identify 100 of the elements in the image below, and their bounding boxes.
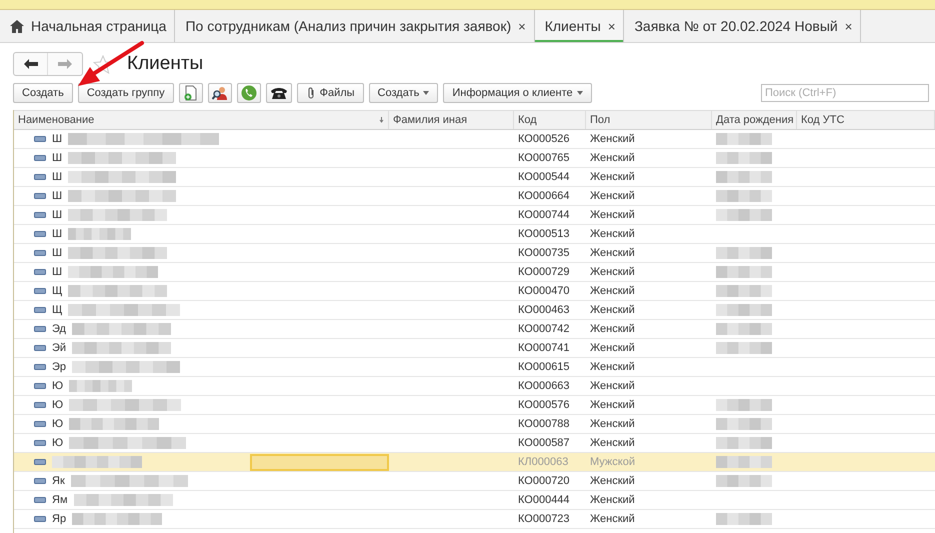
table-row[interactable]: Ш КО000513 Женский — [14, 225, 935, 244]
blurred-text — [716, 342, 772, 354]
table-cell: Женский — [590, 190, 635, 202]
table-cell: Ш — [52, 266, 62, 278]
item-icon — [34, 516, 46, 522]
table-cell: КО000576 — [518, 399, 570, 411]
table-row[interactable]: Ю КО000576 Женский — [14, 396, 935, 415]
toolbar-icon-button[interactable] — [208, 83, 232, 103]
toolbar-button[interactable]: Создать группу — [78, 83, 174, 103]
table-row[interactable]: Эр КО000615 Женский — [14, 358, 935, 377]
blurred-text — [716, 209, 772, 221]
table-cell: КО000744 — [518, 209, 570, 221]
item-icon — [34, 212, 46, 218]
blurred-text — [716, 152, 772, 164]
table-cell: КО000663 — [518, 380, 570, 392]
call-icon — [240, 85, 257, 101]
table-row[interactable]: Эй КО000741 Женский — [14, 339, 935, 358]
table-row[interactable]: Ш КО000735 Женский — [14, 244, 935, 263]
toolbar-button[interactable]: Создать — [13, 83, 73, 103]
item-icon — [34, 231, 46, 237]
table-row[interactable]: Ш КО000526 Женский — [14, 130, 935, 149]
table-cell: КО000723 — [518, 513, 570, 525]
column-header[interactable]: Наименование — [18, 114, 94, 126]
close-icon[interactable]: × — [844, 18, 852, 34]
table-cell: Женский — [590, 133, 635, 145]
table-row[interactable]: Ю КО000587 Женский — [14, 434, 935, 453]
blurred-text — [716, 133, 772, 145]
table-row[interactable]: Ш КО000765 Женский — [14, 149, 935, 168]
search-field[interactable]: Поиск (Ctrl+F) — [761, 84, 929, 102]
table-cell: Женский — [590, 513, 635, 525]
table-cell: Ю — [52, 418, 64, 430]
table-row[interactable]: Ш КО000544 Женский — [14, 168, 935, 187]
table-cell: КО000526 — [518, 133, 570, 145]
table-row[interactable]: Яр КО000723 Женский — [14, 510, 935, 529]
table-row[interactable]: Як КО000720 Женский — [14, 472, 935, 491]
close-icon[interactable]: × — [518, 18, 526, 34]
item-icon — [34, 402, 46, 408]
table-cell: Женский — [590, 152, 635, 164]
caret-icon — [423, 91, 430, 95]
table-cell: Женский — [590, 399, 635, 411]
table-cell: Женский — [590, 304, 635, 316]
menu-button[interactable]: Информация о клиенте — [443, 83, 592, 103]
table-cell: Эй — [52, 342, 66, 354]
table-cell: КО000513 — [518, 228, 570, 240]
table-row[interactable]: Ю КО000788 Женский — [14, 415, 935, 434]
table-row[interactable]: Ю КО000663 Женский — [14, 377, 935, 396]
item-icon — [34, 193, 46, 199]
table-cell: Ю — [52, 380, 64, 392]
table-cell: Женский — [590, 418, 635, 430]
item-icon — [34, 497, 46, 503]
column-header[interactable]: Код — [518, 114, 537, 126]
blurred-text — [716, 304, 772, 316]
table-cell: Ш — [52, 133, 62, 145]
table-cell: КО000765 — [518, 152, 570, 164]
table-row[interactable]: Ш КО000729 Женский — [14, 263, 935, 282]
item-icon — [34, 326, 46, 332]
back-arrow-icon — [24, 59, 38, 69]
table-cell: КО000470 — [518, 285, 570, 297]
table-cell: КО000735 — [518, 247, 570, 259]
files-button[interactable]: Файлы — [296, 83, 364, 103]
column-header[interactable]: Дата рождения — [716, 114, 794, 126]
column-header[interactable]: Пол — [590, 114, 610, 126]
table-cell: Ш — [52, 228, 62, 240]
table-cell: Ш — [52, 171, 62, 183]
table-row[interactable]: Ям КО000444 Женский — [14, 491, 935, 510]
column-header[interactable]: Код УТС — [801, 114, 844, 126]
table-row[interactable]: Ш КО000664 Женский — [14, 187, 935, 206]
table-cell: Ш — [52, 247, 62, 259]
home-icon — [10, 20, 24, 32]
menu-button[interactable]: Создать — [368, 83, 438, 103]
item-icon — [34, 459, 46, 465]
table-row[interactable]: Щ КО000463 Женский — [14, 301, 935, 320]
table-cell: Эд — [52, 323, 66, 335]
table-cell: Женский — [590, 323, 635, 335]
table-cell: КО000788 — [518, 418, 570, 430]
item-icon — [34, 250, 46, 256]
table-row[interactable]: Эд КО000742 Женский — [14, 320, 935, 339]
column-header[interactable]: Фамилия иная — [393, 114, 468, 126]
document-plus-icon — [182, 85, 199, 101]
table-row[interactable]: Щ КО000470 Женский — [14, 282, 935, 301]
table-cell: КО000587 — [518, 437, 570, 449]
close-icon[interactable]: × — [608, 18, 616, 34]
blurred-text — [68, 228, 132, 240]
table-cell: Ш — [52, 152, 62, 164]
toolbar-icon-button[interactable] — [266, 83, 292, 103]
table-cell: Щ — [52, 285, 62, 297]
table-cell: Женский — [590, 285, 635, 297]
item-icon — [34, 478, 46, 484]
item-icon — [34, 345, 46, 351]
table-cell: Женский — [590, 437, 635, 449]
table-cell: КО000615 — [518, 361, 570, 373]
tab[interactable]: Клиенты × — [534, 10, 624, 42]
item-icon — [34, 307, 46, 313]
blurred-text — [716, 171, 772, 183]
blurred-text — [716, 437, 772, 449]
table-cell: Женский — [590, 171, 635, 183]
item-icon — [34, 364, 46, 370]
table-cell: Женский — [590, 228, 635, 240]
table-cell: КО000720 — [518, 475, 570, 487]
table-row[interactable]: Ш КО000744 Женский — [14, 206, 935, 225]
